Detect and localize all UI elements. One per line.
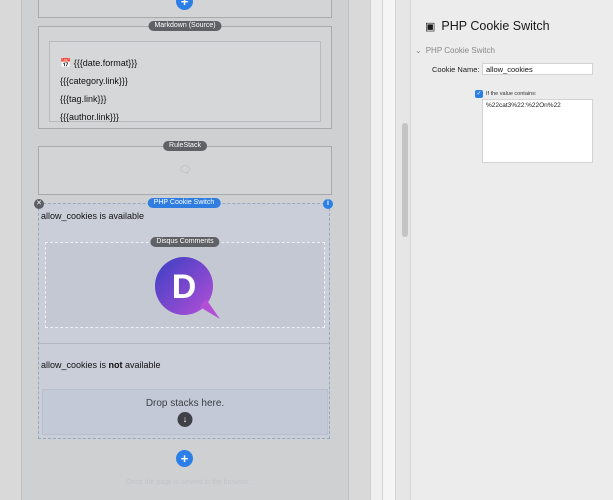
rulestack-label: RuleStack (163, 141, 207, 151)
not-available-text: allow_cookies is not available (41, 360, 161, 370)
available-text: allow_cookies is available (41, 211, 145, 221)
markdown-stack-label: Markdown (Source) (148, 21, 222, 31)
plus-icon: + (180, 0, 189, 9)
php-cookie-switch-label: PHP Cookie Switch (147, 198, 221, 208)
add-stack-button-bottom[interactable]: + (176, 450, 193, 467)
drop-zone-label: Drop stacks here. (145, 398, 225, 409)
markdown-content[interactable]: 📅 {{{date.format}}} {{{category.link}}} … (49, 41, 321, 122)
speech-bubble-icon: 🗨 (178, 165, 192, 176)
divider (39, 343, 329, 344)
markdown-line-date: 📅 {{{date.format}}} (60, 58, 138, 68)
stacks-canvas: + Markdown (Source) 📅 {{{date.format}}} … (0, 0, 370, 500)
value-contains-textarea[interactable]: %22cat3%22:%22On%22 (482, 99, 593, 163)
footer-hint-text: Once the page is viewed in the browser..… (125, 479, 255, 486)
cookie-name-field[interactable]: allow_cookies (482, 63, 593, 75)
chevron-down-icon: ⌄ (415, 46, 422, 55)
value-contains-label: If the value contains: (486, 91, 537, 97)
info-icon[interactable]: i (323, 199, 333, 209)
value-contains-checkbox[interactable]: ✓ (475, 90, 483, 98)
drop-zone[interactable]: Drop stacks here. ↓ (42, 389, 328, 435)
disqus-comments-label: Disqus Comments (150, 237, 220, 247)
inspector-title: ▣ PHP Cookie Switch (425, 19, 550, 33)
markdown-line-author: {{{author.link}}} (60, 112, 120, 122)
arrow-down-icon: ↓ (177, 412, 193, 427)
markdown-stack[interactable]: Markdown (Source) 📅 {{{date.format}}} {{… (38, 21, 332, 129)
markdown-line-category: {{{category.link}}} (60, 76, 128, 86)
scrollbar-thumb[interactable] (402, 123, 408, 237)
php-cookie-switch-stack[interactable]: PHP Cookie Switch ✕ i allow_cookies is a… (34, 198, 333, 439)
close-icon[interactable]: ✕ (34, 199, 44, 209)
cookie-name-label: Cookie Name: (432, 65, 480, 74)
disqus-comments-stack[interactable]: Disqus Comments D (45, 237, 325, 328)
svg-text:D: D (172, 268, 197, 306)
rulestack[interactable]: RuleStack 🗨 (38, 141, 332, 195)
cube-icon: ▣ (425, 21, 436, 33)
pane-separator[interactable] (382, 0, 396, 500)
calendar-icon: 📅 (60, 58, 72, 68)
plus-icon: + (180, 451, 189, 466)
disqus-logo-icon: D (155, 257, 220, 319)
markdown-line-tag: {{{tag.link}}} (60, 94, 107, 104)
inspector-section-header[interactable]: ⌄ PHP Cookie Switch (415, 46, 495, 55)
canvas-scrollbar-track[interactable] (370, 0, 382, 500)
inspector-panel: ▣ PHP Cookie Switch ⌄ PHP Cookie Switch Co… (410, 0, 613, 500)
